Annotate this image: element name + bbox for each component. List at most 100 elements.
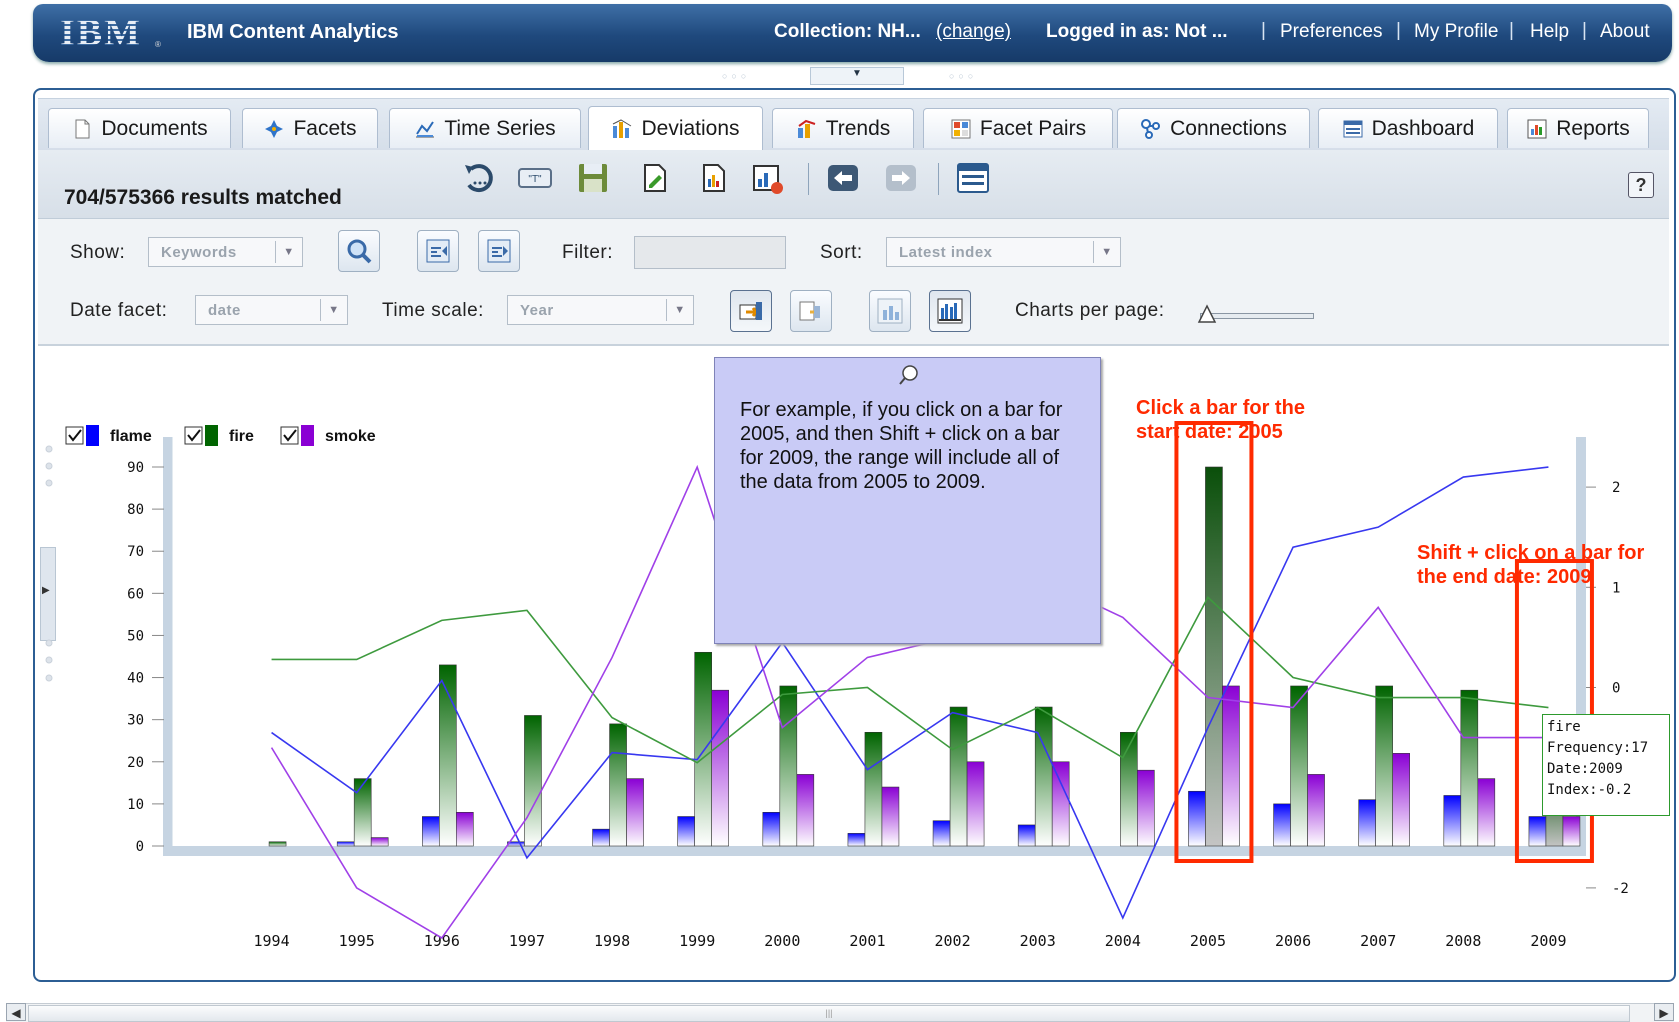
end-annotation-line2: the end date: 2009 [1417, 566, 1592, 588]
tab-facet-pairs[interactable]: Facet Pairs [923, 108, 1113, 148]
help-button[interactable]: ? [1628, 172, 1654, 198]
time-series-icon [416, 120, 435, 137]
charts-per-page-slider-track[interactable] [1200, 313, 1314, 319]
edit-document-button[interactable] [636, 160, 672, 196]
registered-mark: ® [155, 40, 161, 49]
undo-button[interactable] [460, 160, 496, 196]
tab-facets[interactable]: Facets [242, 108, 378, 148]
splitter-dot [45, 656, 53, 664]
chevron-right-icon: ▶ [1659, 1006, 1669, 1020]
bar-smoke-2000 [796, 774, 815, 847]
tab-dashboard[interactable]: Dashboard [1318, 108, 1498, 148]
show-select[interactable]: Keywords ▼ [148, 237, 303, 267]
chart-view-button[interactable] [869, 290, 911, 332]
save-button[interactable] [575, 160, 611, 196]
charts-per-page-slider-thumb[interactable] [1197, 304, 1217, 324]
save-icon [579, 164, 607, 192]
tab-time-series[interactable]: Time Series [389, 108, 581, 148]
query-text-button[interactable]: "T" [517, 160, 553, 196]
chevron-left-icon: ◀ [11, 1006, 21, 1020]
change-collection-link[interactable]: (change) [936, 21, 1011, 43]
results-count: 704/575366 results matched [64, 186, 342, 209]
bar-fire-2001 [864, 731, 883, 847]
bar-fire-2002 [949, 706, 968, 847]
select-range-icon [739, 302, 762, 320]
y-tick-label: 60 [127, 586, 144, 602]
tab-deviations[interactable]: Deviations [588, 106, 763, 150]
ibm-logo: IBM [60, 12, 142, 54]
select-range-button[interactable] [730, 290, 772, 332]
bar-chart-icon [877, 298, 903, 324]
x-tick-label: 1996 [424, 932, 460, 950]
chart-settings-button[interactable] [750, 160, 786, 196]
end-annotation-line1: Shift + click on a bar for [1417, 542, 1645, 564]
scroll-thumb[interactable]: ||| [28, 1005, 1630, 1022]
bar-smoke-2009 [1562, 816, 1581, 847]
export-chart-button[interactable] [695, 160, 731, 196]
scroll-left-button[interactable]: ◀ [6, 1003, 26, 1021]
tab-documents[interactable]: Documents [48, 108, 231, 148]
bar-smoke-1996 [456, 812, 474, 847]
bar-smoke-2004 [1137, 769, 1155, 847]
tab-connections[interactable]: Connections [1117, 108, 1310, 148]
app-title: IBM Content Analytics [187, 21, 399, 43]
help-link[interactable]: Help [1530, 21, 1569, 43]
bar-fire-2004 [1120, 731, 1138, 847]
view-list-button[interactable] [955, 160, 991, 196]
tab-label: Time Series [444, 116, 556, 140]
tab-trends[interactable]: Trends [772, 108, 914, 148]
scroll-right-button[interactable]: ▶ [1654, 1003, 1674, 1021]
tooltip-date: Date:2009 [1547, 761, 1623, 777]
my-profile-link[interactable]: My Profile [1414, 21, 1498, 43]
previous-button[interactable] [825, 160, 861, 196]
sort-select[interactable]: Latest index ▼ [886, 237, 1121, 267]
bar-fire-2008 [1460, 689, 1479, 847]
y2-tick-label: 0 [1612, 681, 1620, 697]
connections-icon [1141, 118, 1161, 139]
legend-swatch-smoke [301, 425, 314, 446]
bar-fire-2006 [1290, 685, 1308, 847]
preferences-link[interactable]: Preferences [1280, 21, 1382, 43]
x-tick-label: 2008 [1445, 932, 1481, 950]
bar-flame-2000 [762, 812, 781, 847]
x-tick-label: 1995 [339, 932, 375, 950]
y-tick-label: 90 [127, 460, 144, 476]
bar-smoke-2002 [966, 761, 985, 847]
header-separator: | [1509, 20, 1514, 41]
expand-keywords-button[interactable] [478, 230, 520, 272]
time-scale-select[interactable]: Year ▼ [507, 295, 694, 325]
legend-label-smoke: smoke [325, 428, 376, 445]
collapse-keywords-button[interactable] [417, 230, 459, 272]
search-keywords-button[interactable] [338, 230, 380, 272]
bar-fire-1997 [524, 715, 542, 847]
chevron-down-icon: ▼ [852, 68, 862, 79]
bar-fire-1994 [268, 841, 287, 847]
splitter-dot [45, 462, 53, 470]
undo-icon [465, 164, 493, 193]
filter-input[interactable] [634, 236, 786, 269]
about-link[interactable]: About [1600, 21, 1650, 43]
splitter-dot [45, 479, 53, 487]
dashboard-icon [1343, 120, 1363, 137]
legend-swatch-fire [205, 425, 218, 446]
y2-tick-label: 2 [1612, 480, 1620, 496]
date-facet-select[interactable]: date ▼ [195, 295, 348, 325]
clear-range-button[interactable] [790, 290, 832, 332]
x-tick-label: 1997 [509, 932, 545, 950]
collapse-header-toggle[interactable]: ▼ [810, 67, 904, 85]
x-tick-label: 1994 [254, 932, 290, 950]
clear-range-icon [799, 301, 820, 321]
tab-reports[interactable]: Reports [1507, 108, 1649, 148]
splitter-dots: ○○○ [949, 71, 978, 81]
bar-smoke-2003 [1051, 761, 1070, 847]
toolbar-separator [808, 163, 809, 195]
y-tick-label: 10 [127, 797, 144, 813]
sort-label: Sort: [820, 242, 863, 263]
next-button[interactable] [883, 160, 919, 196]
tab-label: Documents [101, 116, 208, 140]
view-list-icon [957, 163, 989, 193]
grouped-chart-button[interactable] [929, 290, 971, 332]
bar-fire-2003 [1034, 706, 1053, 847]
splitter-dot [45, 639, 53, 647]
tab-label: Deviations [641, 116, 740, 140]
